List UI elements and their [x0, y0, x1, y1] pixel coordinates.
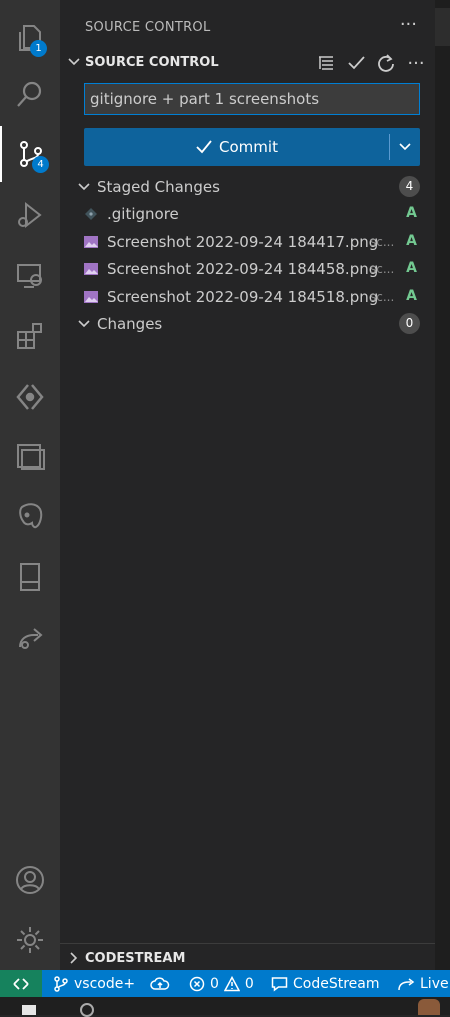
- sidebar-title: SOURCE CONTROL: [85, 20, 211, 35]
- branch-icon: [54, 975, 68, 992]
- check-icon: [196, 140, 212, 154]
- os-taskbar: [0, 997, 450, 1017]
- status-bar: vscode+ 0 0 CodeStream Live: [0, 970, 450, 997]
- image-file-icon: [84, 263, 98, 275]
- remote-explorer-icon[interactable]: [0, 248, 60, 304]
- image-file-icon: [84, 291, 98, 303]
- chevron-down-icon: [68, 58, 80, 66]
- comment-icon: [271, 976, 288, 991]
- staged-changes-group[interactable]: Staged Changes 4: [60, 173, 435, 200]
- file-name: Screenshot 2022-09-24 184417.png: [107, 233, 379, 251]
- file-name: .gitignore: [107, 205, 179, 223]
- more-actions-icon[interactable]: ···: [400, 14, 417, 35]
- chevron-right-icon: [70, 952, 78, 964]
- chevron-down-icon: [78, 320, 90, 328]
- codestream-status-item[interactable]: CodeStream: [271, 970, 380, 997]
- error-count: 0: [210, 975, 219, 992]
- changes-label: Changes: [97, 315, 163, 333]
- staged-file-item[interactable]: Screenshot 2022-09-24 184417.png sc... A: [60, 228, 435, 255]
- refresh-icon[interactable]: [375, 52, 397, 74]
- file-directory: sc...: [370, 235, 395, 249]
- explorer-badge: 1: [30, 40, 47, 57]
- staged-file-item[interactable]: Screenshot 2022-09-24 184518.png sc... A: [60, 283, 435, 310]
- manage-gear-icon[interactable]: [0, 912, 60, 968]
- file-name: Screenshot 2022-09-24 184518.png: [107, 288, 379, 306]
- activity-bar: 1 4: [0, 0, 60, 970]
- warning-count: 0: [244, 975, 254, 992]
- chevron-down-icon: [399, 143, 411, 151]
- sidebar-panel-icon[interactable]: [0, 549, 60, 605]
- postgres-icon[interactable]: [0, 489, 60, 545]
- remote-icon: [13, 977, 29, 990]
- source-control-sidebar: SOURCE CONTROL ··· SOURCE CONTROL ··· Co…: [60, 0, 435, 970]
- remote-indicator-button[interactable]: [0, 970, 42, 997]
- changes-group[interactable]: Changes 0: [60, 310, 435, 337]
- git-file-icon: [85, 208, 97, 220]
- commit-check-icon[interactable]: [345, 52, 367, 74]
- file-name: Screenshot 2022-09-24 184458.png: [107, 260, 379, 278]
- problems-item[interactable]: 0 0: [189, 970, 254, 997]
- file-status: A: [406, 260, 417, 276]
- file-directory: sc...: [370, 290, 395, 304]
- file-status: A: [406, 288, 417, 304]
- codestream-title: CODESTREAM: [85, 951, 186, 966]
- panels-icon[interactable]: [0, 429, 60, 485]
- view-as-tree-icon[interactable]: [315, 52, 337, 74]
- commit-button-group: Commit: [84, 128, 420, 166]
- windows-start-icon[interactable]: [22, 1005, 36, 1015]
- error-icon: [189, 976, 205, 991]
- staged-count-badge: 4: [399, 176, 420, 197]
- live-share-icon[interactable]: [0, 609, 60, 665]
- file-directory: sc...: [370, 262, 395, 276]
- extensions-icon[interactable]: [0, 308, 60, 364]
- branch-name: vscode+: [74, 975, 136, 992]
- branch-item[interactable]: vscode+: [53, 970, 135, 997]
- codestream-status-label: CodeStream: [293, 975, 380, 992]
- commit-message-input[interactable]: [84, 83, 420, 115]
- file-status: A: [406, 205, 417, 221]
- accounts-icon[interactable]: [0, 852, 60, 908]
- source-control-section-header[interactable]: SOURCE CONTROL ···: [60, 50, 435, 76]
- taskbar-app-icon[interactable]: [418, 999, 440, 1015]
- commit-dropdown-button[interactable]: [390, 128, 420, 166]
- image-file-icon: [84, 236, 98, 248]
- explorer-icon[interactable]: 1: [0, 10, 60, 66]
- editor-tab-edge[interactable]: [435, 8, 450, 46]
- commit-button-label: Commit: [219, 138, 278, 156]
- sync-button[interactable]: [150, 970, 170, 997]
- source-control-badge: 4: [32, 156, 49, 173]
- codestream-section-header[interactable]: CODESTREAM: [60, 943, 435, 971]
- live-share-label: Live: [420, 975, 449, 992]
- staged-file-item[interactable]: .gitignore A: [60, 200, 435, 227]
- section-title: SOURCE CONTROL: [85, 55, 219, 70]
- codestream-icon[interactable]: [0, 369, 60, 425]
- run-debug-icon[interactable]: [0, 187, 60, 243]
- staged-file-item[interactable]: Screenshot 2022-09-24 184458.png sc... A: [60, 255, 435, 282]
- search-icon[interactable]: [0, 66, 60, 122]
- live-share-status-item[interactable]: Live: [397, 970, 449, 997]
- chevron-down-icon: [78, 183, 90, 191]
- live-share-icon: [398, 977, 415, 990]
- cloud-upload-icon: [150, 976, 170, 990]
- staged-changes-label: Staged Changes: [97, 178, 220, 196]
- editor-area-edge: [435, 0, 450, 970]
- commit-button[interactable]: Commit: [84, 128, 389, 166]
- changes-count-badge: 0: [399, 313, 420, 334]
- more-icon[interactable]: ···: [405, 52, 427, 74]
- file-status: A: [406, 233, 417, 249]
- source-control-icon[interactable]: 4: [0, 126, 60, 182]
- warning-icon: [223, 975, 240, 991]
